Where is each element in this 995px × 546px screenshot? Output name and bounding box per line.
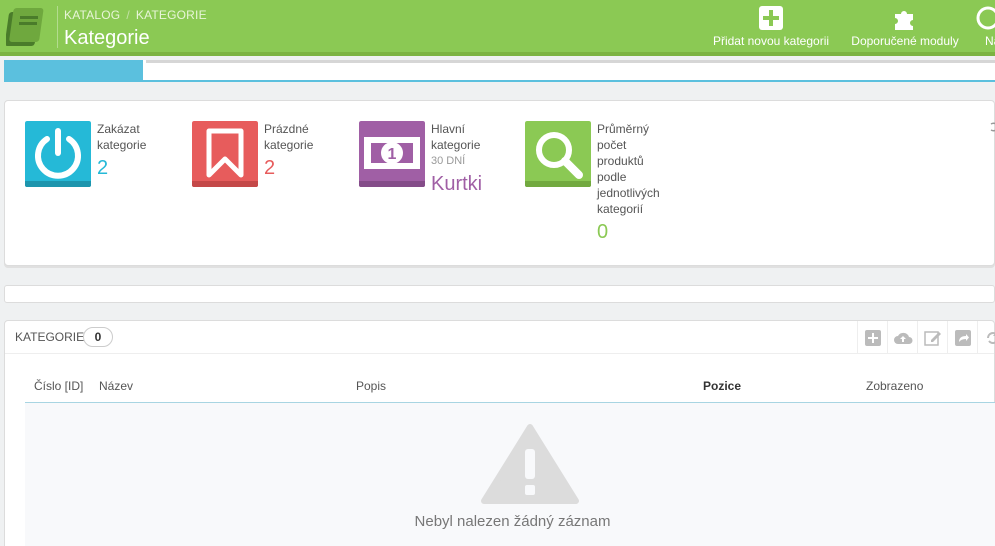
column-displayed[interactable]: Zobrazeno — [866, 379, 923, 393]
money-icon: 1 — [359, 121, 425, 187]
kpi-label: Průměrný počet produktů podle jednotlivý… — [597, 122, 660, 216]
help-button[interactable]: Náp — [976, 6, 995, 50]
search-icon — [525, 121, 591, 187]
list-header: KATEGORIE 0 — [5, 321, 995, 354]
export-button[interactable] — [947, 321, 977, 354]
add-new-button[interactable] — [857, 321, 887, 354]
page-header: KATALOG / KATEGORIE Kategorie Přidat novou… — [0, 0, 995, 56]
empty-state: Nebyl nalezen žádný záznam — [25, 403, 995, 546]
kpi-label: Prázdné kategorie — [264, 122, 314, 152]
page-title: Kategorie — [64, 27, 150, 49]
book-icon — [6, 8, 44, 46]
list-actions — [857, 321, 995, 354]
kpi-period: 30 DNÍ — [431, 155, 466, 167]
cloud-upload-icon — [893, 332, 912, 344]
empty-message: Nebyl nalezen žádný záznam — [414, 513, 611, 530]
progress-bar — [4, 60, 995, 82]
kpi-panel: Zakázat kategorie 2 Prázdné kategorie 2 … — [4, 100, 995, 266]
svg-text:1: 1 — [388, 146, 397, 163]
list-count-badge: 0 — [83, 327, 113, 347]
progress-track — [146, 60, 995, 63]
breadcrumb-separator: / — [126, 8, 130, 22]
filter-panel — [4, 285, 995, 303]
recommended-modules-label: Doporučené moduly — [851, 34, 959, 48]
kpi-value: 2 — [97, 157, 109, 179]
kpi-label: Hlavní kategorie — [431, 122, 481, 152]
list-title: KATEGORIE — [15, 330, 85, 344]
add-category-button[interactable]: Přidat novou kategorii — [708, 6, 834, 50]
bookmark-icon — [192, 121, 258, 187]
column-description[interactable]: Popis — [356, 379, 386, 393]
breadcrumb: KATALOG / KATEGORIE — [64, 8, 207, 22]
import-button[interactable] — [887, 321, 917, 354]
breadcrumb-catalog[interactable]: KATALOG — [64, 8, 120, 22]
edit-button[interactable] — [917, 321, 947, 354]
refresh-button[interactable] — [977, 321, 995, 354]
kpi-value: 2 — [264, 157, 276, 179]
kpi-value: Kurtki — [431, 173, 483, 195]
table-header: Číslo [ID] Název Popis Pozice Zobrazeno — [25, 375, 995, 403]
category-list-panel: KATEGORIE 0 Číslo [ID] Název Popis Pozic… — [4, 320, 995, 546]
warning-icon — [481, 424, 579, 504]
add-icon — [759, 6, 783, 30]
column-name[interactable]: Název — [99, 379, 133, 393]
export-icon — [954, 329, 971, 346]
refresh-icon — [986, 331, 995, 344]
column-position[interactable]: Pozice — [703, 379, 741, 393]
recommended-modules-button[interactable]: Doporučené moduly — [846, 6, 964, 50]
power-icon — [25, 121, 91, 187]
progress-fill — [4, 60, 143, 80]
add-icon — [864, 329, 881, 346]
help-icon — [976, 6, 995, 30]
column-id[interactable]: Číslo [ID] — [34, 379, 83, 393]
kpi-refresh-icon[interactable] — [990, 121, 995, 138]
help-label: Náp — [984, 34, 995, 48]
puzzle-icon — [895, 11, 913, 30]
kpi-value: 0 — [597, 221, 609, 243]
kpi-label: Zakázat kategorie — [97, 122, 147, 152]
breadcrumb-categories[interactable]: KATEGORIE — [136, 8, 207, 22]
edit-icon — [923, 330, 941, 346]
add-category-label: Přidat novou kategorii — [712, 34, 830, 48]
logo-divider — [57, 6, 58, 48]
